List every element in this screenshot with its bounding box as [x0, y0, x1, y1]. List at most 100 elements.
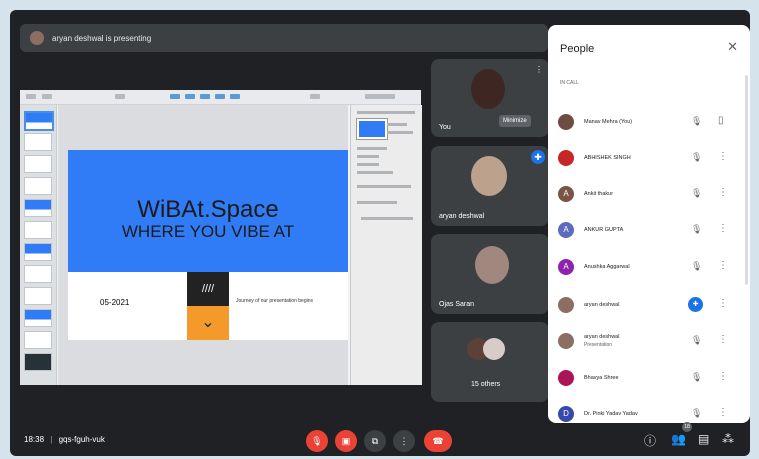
close-icon[interactable]: ✕ — [727, 39, 738, 55]
keynote-toolbar — [20, 90, 421, 105]
participant-row[interactable]: A Ankit thakur 🎙 ⋮ — [558, 179, 736, 209]
participant-avatar — [483, 338, 505, 360]
shared-screen: WiBAt.Space WHERE YOU VIBE AT 05-2021 //… — [20, 90, 422, 385]
people-panel: People ✕ IN CALL Manav Mehra (You) 🎙 ▯ A… — [548, 25, 750, 423]
info-icon[interactable]: ⓘ — [644, 432, 656, 449]
panel-title: People — [560, 43, 595, 55]
participant-name: ANKUR GUPTA — [584, 227, 624, 233]
slide-thumbnail[interactable] — [24, 199, 52, 217]
inspector-line — [357, 171, 393, 174]
meeting-info: 18:38 | gqs-fguh-vuk — [24, 435, 105, 444]
participant-video — [471, 69, 505, 109]
more-options-icon[interactable]: ⋮ — [718, 223, 728, 234]
participant-tile-others[interactable]: 15 others — [431, 322, 549, 402]
chat-icon[interactable]: ▤ — [698, 432, 709, 446]
color-swatch[interactable] — [356, 118, 388, 140]
participant-row[interactable]: ABHISHEK SINGH 🎙 ⋮ — [558, 143, 736, 173]
presenting-icon: ✚ — [531, 150, 545, 164]
format-inspector — [350, 105, 422, 385]
avatar: A — [558, 259, 574, 275]
toolbar-icon — [42, 94, 52, 99]
separator: | — [50, 435, 53, 444]
mic-off-icon: 🎙 — [691, 188, 703, 198]
mic-off-icon: 🎙 — [691, 372, 703, 382]
mic-off-icon: 🎙 — [691, 261, 703, 271]
participant-name: Bhavya Shree — [584, 375, 619, 381]
toolbar-icon — [310, 94, 320, 99]
avatar — [558, 333, 574, 349]
slide-dark-block: //// — [187, 272, 229, 306]
slide-subtitle: WHERE YOU VIBE AT — [121, 222, 295, 241]
more-options-button[interactable]: ⋮ — [393, 430, 415, 452]
tile-name: 15 others — [471, 381, 501, 388]
slide: WiBAt.Space WHERE YOU VIBE AT 05-2021 //… — [68, 150, 348, 340]
mic-toggle-button[interactable]: 🎙 — [306, 430, 328, 452]
presenting-icon: ✚ — [688, 297, 703, 312]
slide-canvas: WiBAt.Space WHERE YOU VIBE AT 05-2021 //… — [58, 105, 348, 385]
participant-name: aryan deshwal Presentation — [584, 333, 694, 349]
participant-row[interactable]: Manav Mehra (You) 🎙 ▯ — [558, 107, 736, 137]
camera-toggle-button[interactable]: ▣ — [335, 430, 357, 452]
toolbar-icon — [185, 94, 195, 99]
presenting-text: aryan deshwal is presenting — [52, 33, 152, 43]
mic-off-icon: 🎙 — [691, 335, 703, 345]
present-screen-button[interactable]: ⧉ — [364, 430, 386, 452]
participant-row[interactable]: aryan deshwal Presentation 🎙 ⋮ — [558, 326, 736, 356]
meeting-code: gqs-fguh-vuk — [58, 435, 105, 444]
tile-name: Ojas Saran — [439, 301, 475, 308]
participant-name: Manav Mehra (You) — [584, 119, 633, 125]
participant-video — [475, 246, 509, 284]
participant-row[interactable]: D Dr. Pinki Yadav Yadav 🎙 ⋮ — [558, 399, 736, 423]
slide-thumbnail[interactable] — [24, 111, 54, 131]
participant-tile[interactable]: Ojas Saran — [431, 234, 549, 314]
activities-icon[interactable]: ⁂ — [722, 432, 734, 446]
toolbar-icon — [170, 94, 180, 99]
avatar: D — [558, 406, 574, 422]
control-bar: 18:38 | gqs-fguh-vuk 🎙 ▣ ⧉ ⋮ ☎ ⓘ 👥 18 ▤ … — [10, 422, 750, 456]
slide-navigator — [20, 105, 57, 385]
people-count-badge: 18 — [682, 422, 692, 432]
slide-thumbnail[interactable] — [24, 309, 52, 327]
slide-thumbnail[interactable] — [24, 221, 52, 239]
slide-thumbnail[interactable] — [24, 155, 52, 173]
participant-tile-self[interactable]: You Minimize ⋮ — [431, 59, 549, 137]
more-options-icon[interactable]: ⋮ — [718, 298, 728, 309]
more-options-icon[interactable]: ⋮ — [718, 260, 728, 271]
toolbar-icon — [365, 94, 395, 99]
more-options-icon[interactable]: ⋮ — [718, 151, 728, 162]
pin-icon[interactable]: ▯ — [718, 115, 724, 126]
participant-subtitle: Presentation — [584, 342, 613, 348]
slide-thumbnail[interactable] — [24, 133, 52, 151]
participant-row[interactable]: aryan deshwal ✚ ⋮ — [558, 290, 736, 320]
slide-thumbnail[interactable] — [24, 331, 52, 349]
slide-thumbnail[interactable] — [24, 353, 52, 371]
participant-video — [471, 156, 507, 196]
more-options-icon[interactable]: ⋮ — [535, 65, 543, 74]
end-call-button[interactable]: ☎ — [424, 430, 452, 452]
people-icon[interactable]: 👥 — [671, 432, 686, 446]
inspector-line — [357, 147, 387, 150]
slide-thumbnail[interactable] — [24, 287, 52, 305]
inspector-line — [387, 131, 413, 134]
more-options-icon[interactable]: ⋮ — [718, 407, 728, 418]
slide-thumbnail[interactable] — [24, 265, 52, 283]
participant-row[interactable]: A Anushka Aggarwal 🎙 ⋮ — [558, 252, 736, 282]
toolbar-icon — [200, 94, 210, 99]
more-options-icon[interactable]: ⋮ — [718, 187, 728, 198]
participant-tile-presenter[interactable]: aryan deshwal ✚ — [431, 146, 549, 226]
inspector-line — [357, 111, 415, 114]
avatar: A — [558, 186, 574, 202]
slide-thumbnail[interactable] — [24, 243, 52, 261]
more-options-icon[interactable]: ⋮ — [718, 371, 728, 382]
participant-name-text: aryan deshwal — [584, 334, 620, 340]
presenting-banner: aryan deshwal is presenting — [20, 24, 548, 52]
inspector-line — [387, 123, 407, 126]
scrollbar[interactable] — [745, 75, 748, 285]
participant-row[interactable]: A ANKUR GUPTA 🎙 ⋮ — [558, 215, 736, 245]
minimize-button[interactable]: Minimize — [499, 115, 531, 127]
participant-row[interactable]: Bhavya Shree 🎙 ⋮ — [558, 363, 736, 393]
more-options-icon[interactable]: ⋮ — [718, 334, 728, 345]
slide-thumbnail[interactable] — [24, 177, 52, 195]
avatar — [558, 150, 574, 166]
participant-name: Ankit thakur — [584, 191, 614, 197]
